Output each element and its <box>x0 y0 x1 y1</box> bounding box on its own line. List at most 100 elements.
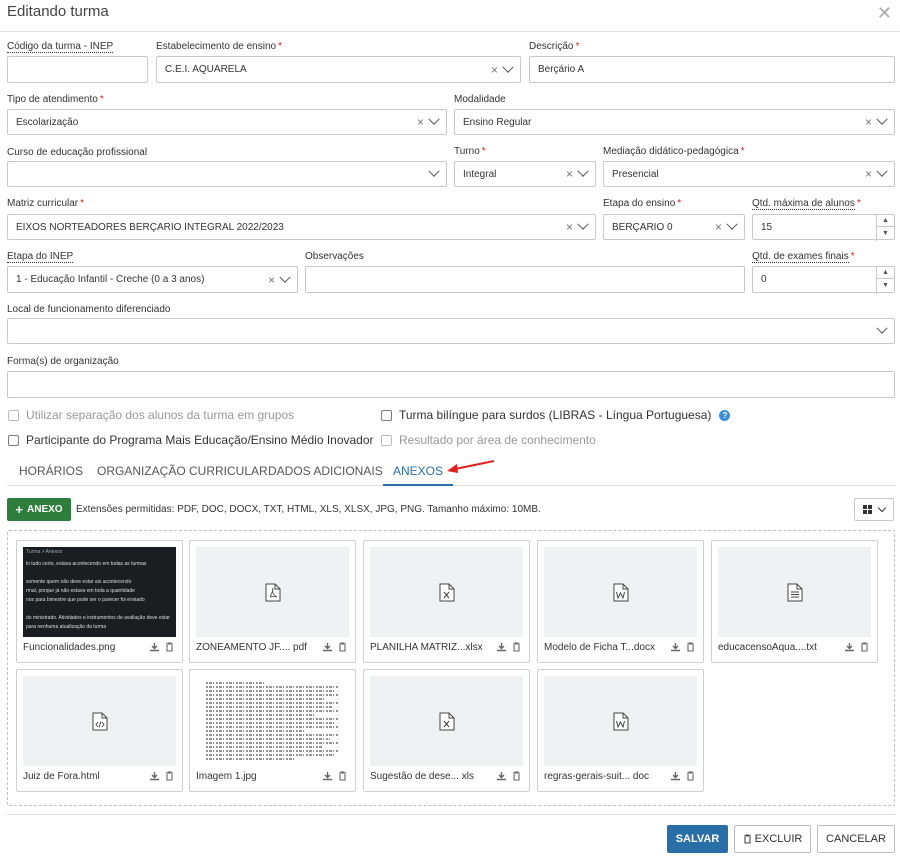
local-func-select[interactable] <box>7 318 895 344</box>
download-icon[interactable] <box>323 642 332 652</box>
file-thumbnail <box>544 676 697 766</box>
anexo-card[interactable]: Turma > Anexos lo tudo certo, estava aco… <box>16 540 183 663</box>
tab-anexos[interactable]: ANEXOS <box>383 459 454 486</box>
checkbox-box[interactable] <box>381 434 392 446</box>
formas-org-input[interactable] <box>7 371 895 398</box>
download-icon[interactable] <box>497 642 506 652</box>
view-mode-button[interactable] <box>854 498 894 521</box>
trash-icon[interactable] <box>860 642 869 652</box>
trash-icon[interactable] <box>512 771 521 781</box>
trash-icon[interactable] <box>165 642 174 652</box>
anexo-card[interactable]: Imagem 1.jpg <box>189 669 356 792</box>
anexo-card[interactable]: Modelo de Ficha T...docx <box>537 540 704 663</box>
tab-organizacao-curricular[interactable]: ORGANIZAÇÃO CURRICULAR <box>87 459 278 486</box>
download-icon[interactable] <box>150 642 159 652</box>
clear-icon[interactable]: × <box>566 220 573 234</box>
close-icon[interactable]: ✕ <box>877 3 892 24</box>
clear-icon[interactable]: × <box>491 63 498 77</box>
label-qtd-max: Qtd. máxima de alunos * <box>752 198 861 210</box>
checkbox-box[interactable] <box>8 409 19 421</box>
save-button[interactable]: SALVAR <box>667 825 728 853</box>
image-thumbnail: Turma > Anexos lo tudo certo, estava aco… <box>23 547 176 637</box>
qtd-max-input[interactable]: 15 ▲ ▼ <box>752 214 895 241</box>
plus-icon: + <box>15 502 24 517</box>
estabelecimento-select[interactable]: C.E.I. AQUARELA × <box>156 56 521 83</box>
label-codigo-inep: Código da turma - INEP <box>7 41 114 53</box>
checkbox-box[interactable] <box>381 409 392 421</box>
label-formas-org: Forma(s) de organização <box>7 356 119 367</box>
curso-profissional-select[interactable] <box>7 161 447 187</box>
etapa-inep-select[interactable]: 1 - Educação Infantil - Creche (0 a 3 an… <box>7 266 298 293</box>
label-mediacao: Mediação didático-pedagógica * <box>603 146 745 157</box>
tab-dados-adicionais[interactable]: DADOS ADICIONAIS <box>258 459 393 486</box>
checkbox-mais-educacao[interactable]: Participante do Programa Mais Educação/E… <box>8 433 374 447</box>
anexo-card[interactable]: Sugestão de dese... xls <box>363 669 530 792</box>
anexo-card[interactable]: educacensoAqua....txt <box>711 540 878 663</box>
file-thumbnail <box>718 547 871 637</box>
download-icon[interactable] <box>671 642 680 652</box>
anexo-card[interactable]: Juiz de Fora.html <box>16 669 183 792</box>
clear-icon[interactable]: × <box>268 273 275 287</box>
clear-icon[interactable]: × <box>417 115 424 129</box>
file-name: regras-gerais-suit... doc <box>544 771 650 782</box>
label-local-func: Local de funcionamento diferenciado <box>7 304 171 315</box>
checkbox-bilingue[interactable]: Turma bilíngue para surdos (LIBRAS - Lín… <box>381 408 731 422</box>
checkbox-box[interactable] <box>8 434 19 446</box>
chevron-down-icon <box>577 218 589 230</box>
chevron-down-icon <box>877 503 887 513</box>
modalidade-select[interactable]: Ensino Regular × <box>454 109 895 135</box>
qtd-exames-input[interactable]: 0 ▲ ▼ <box>752 266 895 294</box>
help-icon[interactable]: ? <box>719 409 731 421</box>
trash-icon[interactable] <box>338 642 347 652</box>
add-anexo-button[interactable]: + ANEXO <box>7 498 71 521</box>
cancel-button[interactable]: CANCELAR <box>817 825 895 853</box>
file-name: ZONEAMENTO JF.... pdf <box>196 642 307 653</box>
trash-icon[interactable] <box>686 642 695 652</box>
download-icon[interactable] <box>323 771 332 781</box>
file-name: Funcionalidades.png <box>23 642 116 653</box>
codigo-inep-input[interactable] <box>7 56 148 83</box>
anexo-card[interactable]: regras-gerais-suit... doc <box>537 669 704 792</box>
label-tipo-atendimento: Tipo de atendimento * <box>7 94 104 105</box>
tab-horarios[interactable]: HORÁRIOS <box>9 459 93 486</box>
chevron-down-icon <box>876 322 888 334</box>
trash-icon[interactable] <box>512 642 521 652</box>
label-curso-profissional: Curso de educação profissional <box>7 147 148 158</box>
document-scan-preview <box>206 682 339 760</box>
download-icon[interactable] <box>150 771 159 781</box>
trash-icon[interactable] <box>338 771 347 781</box>
checkbox-resultado-area[interactable]: Resultado por área de conhecimento <box>381 433 596 447</box>
download-icon[interactable] <box>671 771 680 781</box>
anexos-dropzone[interactable]: Turma > Anexos lo tudo certo, estava aco… <box>7 530 895 806</box>
trash-icon[interactable] <box>165 771 174 781</box>
clear-icon[interactable]: × <box>865 115 872 129</box>
turno-select[interactable]: Integral × <box>454 161 596 187</box>
clear-icon[interactable]: × <box>865 167 872 181</box>
download-icon[interactable] <box>845 642 854 652</box>
observacoes-textarea[interactable] <box>305 266 745 293</box>
file-thumbnail <box>196 547 349 637</box>
checkbox-separacao[interactable]: Utilizar separação dos alunos da turma e… <box>8 408 294 422</box>
tipo-atendimento-select[interactable]: Escolarização × <box>7 109 447 135</box>
chevron-down-icon <box>428 165 440 177</box>
number-spinner[interactable]: ▲ ▼ <box>876 267 894 294</box>
etapa-ensino-select[interactable]: BERÇÁRIO 0 × <box>603 214 745 240</box>
download-icon[interactable] <box>497 771 506 781</box>
delete-button[interactable]: EXCLUIR <box>734 825 811 853</box>
anexo-card[interactable]: PLANILHA MATRIZ...xlsx <box>363 540 530 663</box>
preview-line: do ministrado. Atividades e instrumentos… <box>26 615 170 621</box>
clear-icon[interactable]: × <box>566 167 573 181</box>
chevron-down-icon <box>876 165 888 177</box>
clear-icon[interactable]: × <box>715 220 722 234</box>
descricao-input[interactable]: Berçário A <box>529 56 895 83</box>
trash-icon[interactable] <box>686 771 695 781</box>
chevron-down-icon <box>726 218 738 230</box>
label-etapa-inep: Etapa do INEP <box>7 251 74 263</box>
anexo-card[interactable]: ZONEAMENTO JF.... pdf <box>189 540 356 663</box>
matriz-select[interactable]: EIXOS NORTEADORES BERÇÁRIO INTEGRAL 2022… <box>7 214 596 240</box>
number-spinner[interactable]: ▲ ▼ <box>876 215 894 241</box>
chevron-down-icon <box>502 61 514 73</box>
mediacao-select[interactable]: Presencial × <box>603 161 895 187</box>
label-estabelecimento: Estabelecimento de ensino * <box>156 41 282 52</box>
trash-icon <box>743 834 751 844</box>
